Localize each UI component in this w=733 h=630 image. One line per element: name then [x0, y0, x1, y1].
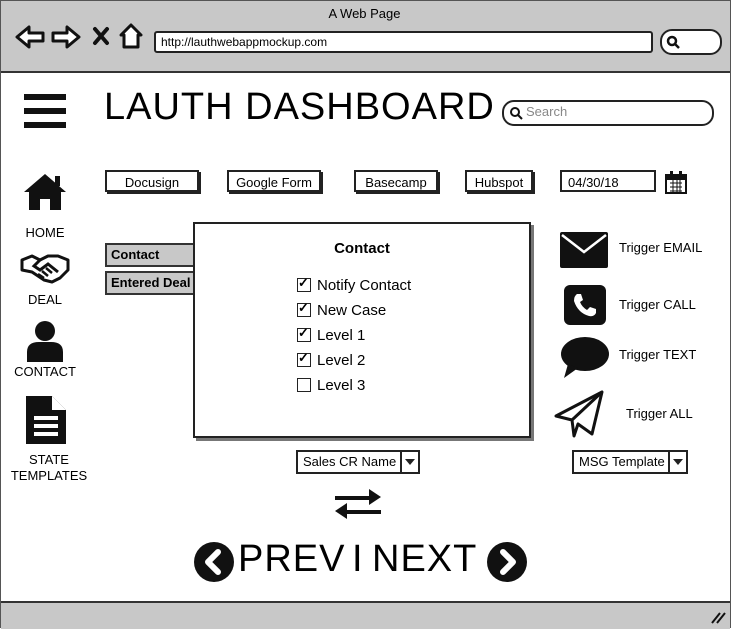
checkbox[interactable]: ✓ [297, 300, 311, 317]
browser-search-field[interactable] [660, 29, 722, 55]
chevron-down-icon [668, 452, 686, 472]
checkbox[interactable]: ✓ [297, 350, 311, 367]
forward-arrow-icon[interactable] [50, 24, 82, 50]
trigger-label: Trigger ALL [626, 406, 693, 421]
trigger-all[interactable]: Trigger ALL [554, 390, 730, 438]
sidebar-item-home[interactable]: HOME [16, 172, 74, 240]
home-icon [24, 174, 66, 210]
basecamp-button[interactable]: Basecamp [354, 170, 438, 192]
trigger-label: Trigger EMAIL [619, 240, 703, 255]
trigger-label: Trigger TEXT [619, 347, 697, 362]
resize-grip-icon[interactable] [710, 610, 726, 624]
status-bar [1, 601, 730, 629]
sidebar-item-label: DEAL [28, 292, 62, 307]
checkmark-icon: ✓ [298, 350, 309, 365]
close-icon[interactable] [92, 26, 110, 46]
trigger-email[interactable]: Trigger EMAIL [560, 230, 730, 270]
google-form-button[interactable]: Google Form [227, 170, 321, 192]
search-placeholder: Search [526, 104, 568, 119]
checkbox-label: Level 3 [317, 376, 366, 394]
trigger-call[interactable]: Trigger CALL [564, 285, 730, 327]
calendar-icon[interactable] [665, 171, 687, 194]
sidebar-item-label: HOME [25, 225, 65, 240]
home-nav-icon[interactable] [118, 22, 144, 50]
checkbox-level-3[interactable]: Level 3 [297, 374, 365, 396]
url-bar[interactable]: http://lauthwebappmockup.com [154, 31, 653, 53]
checkmark-icon: ✓ [298, 275, 309, 290]
dialog-title: Contact [334, 240, 390, 257]
checkbox[interactable]: ✓ [297, 275, 311, 292]
prev-circle-icon[interactable] [194, 542, 234, 582]
checkmark-icon: ✓ [298, 300, 309, 315]
sidebar-item-label: CONTACT [14, 364, 76, 379]
sidebar-item-deal[interactable]: DEAL [16, 252, 74, 307]
search-input[interactable]: Search [502, 100, 714, 126]
swap-arrows-icon[interactable] [333, 486, 383, 520]
contact-dialog: Contact ✓ Notify Contact ✓ New Case ✓ Le… [193, 222, 531, 438]
checkmark-icon: ✓ [298, 325, 309, 340]
sidebar-item-label-line1: STATE [29, 452, 69, 467]
pager-separator: I [352, 538, 364, 580]
document-icon [26, 396, 66, 444]
next-link[interactable]: NEXT [372, 538, 477, 581]
checkbox-label: Level 2 [317, 351, 366, 369]
phone-icon [564, 285, 606, 325]
speech-bubble-icon [561, 337, 609, 378]
window-title: A Web Page [328, 6, 401, 21]
next-circle-icon[interactable] [487, 542, 527, 582]
checkbox-notify-contact[interactable]: ✓ Notify Contact [297, 274, 411, 296]
trigger-label: Trigger CALL [619, 297, 696, 312]
search-icon [510, 107, 523, 120]
handshake-icon [20, 254, 70, 284]
checkbox-level-1[interactable]: ✓ Level 1 [297, 324, 365, 346]
prev-link[interactable]: PREV [238, 538, 345, 581]
checkbox[interactable] [297, 378, 311, 392]
envelope-icon [560, 232, 608, 268]
hubspot-button[interactable]: Hubspot [465, 170, 533, 192]
search-icon [666, 35, 680, 49]
checkbox[interactable]: ✓ [297, 325, 311, 342]
select-value: Sales CR Name [303, 454, 397, 469]
page-title: LAUTH DASHBOARD [104, 86, 495, 128]
docusign-button[interactable]: Docusign [105, 170, 199, 192]
sidebar-item-contact[interactable]: CONTACT [8, 320, 82, 379]
back-arrow-icon[interactable] [14, 24, 46, 50]
msg-template-select[interactable]: MSG Template [572, 450, 688, 474]
checkbox-label: Level 1 [317, 326, 366, 344]
tab-entered-deal[interactable]: Entered Deal [105, 271, 197, 295]
hamburger-menu-icon[interactable] [24, 94, 66, 130]
checkbox-label: Notify Contact [317, 276, 412, 294]
date-field[interactable]: 04/30/18 [560, 170, 656, 192]
user-icon [27, 321, 63, 362]
tab-contact[interactable]: Contact [105, 243, 197, 267]
checkbox-level-2[interactable]: ✓ Level 2 [297, 349, 365, 371]
sidebar-item-state-templates[interactable]: STATE TEMPLATES [6, 394, 92, 484]
paper-plane-icon [554, 390, 604, 438]
chevron-down-icon [400, 452, 418, 472]
sidebar-item-label: STATE TEMPLATES [6, 452, 92, 484]
checkbox-new-case[interactable]: ✓ New Case [297, 299, 386, 321]
trigger-text[interactable]: Trigger TEXT [560, 336, 730, 380]
select-value: MSG Template [579, 454, 665, 469]
sales-cr-name-select[interactable]: Sales CR Name [296, 450, 420, 474]
checkbox-label: New Case [317, 301, 387, 319]
sidebar-item-label-line2: TEMPLATES [10, 468, 88, 483]
